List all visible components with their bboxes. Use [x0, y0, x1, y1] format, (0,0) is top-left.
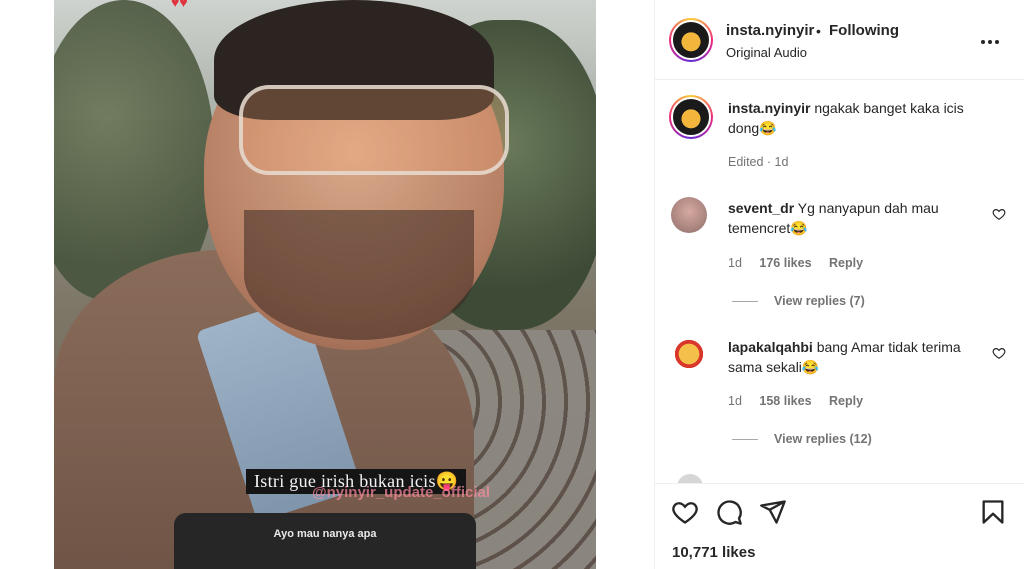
- caption-meta: Edited · 1d: [728, 155, 789, 169]
- likes-count[interactable]: 10,771 likes: [672, 544, 755, 561]
- media-watermark: @nyinyir_update_official: [312, 484, 491, 501]
- view-replies-button[interactable]: View replies (7): [732, 294, 865, 308]
- separator-dot: •: [816, 23, 821, 39]
- like-comment-heart-icon[interactable]: [992, 207, 1006, 221]
- view-replies-label: View replies (7): [774, 294, 865, 308]
- more-options-icon[interactable]: [980, 28, 1000, 51]
- comment-username[interactable]: insta.nyinyir: [728, 100, 810, 116]
- avatar[interactable]: [677, 474, 703, 483]
- comments-list[interactable]: insta.nyinyir ngakak banget kaka icis do…: [655, 81, 1024, 483]
- comment-username[interactable]: sevent_dr: [728, 200, 794, 216]
- avatar[interactable]: [671, 197, 707, 233]
- comment-likes[interactable]: 176 likes: [759, 256, 811, 270]
- avatar[interactable]: [669, 95, 713, 139]
- comment-time: 1d: [728, 256, 742, 270]
- avatar[interactable]: [671, 336, 707, 372]
- avatar[interactable]: [669, 18, 713, 62]
- share-icon[interactable]: [759, 498, 787, 526]
- reply-button[interactable]: Reply: [829, 394, 863, 408]
- post-header: insta.nyinyir • Following Original Audio: [655, 0, 1024, 80]
- question-box-text: Ayo mau nanya apa: [273, 528, 377, 540]
- following-button[interactable]: Following: [829, 22, 899, 39]
- media-person-beard: [244, 210, 474, 340]
- post-actions: 10,771 likes: [655, 483, 1024, 569]
- comment-time: 1d: [728, 394, 742, 408]
- media-glasses: [239, 85, 509, 175]
- header-username[interactable]: insta.nyinyir: [726, 22, 814, 39]
- media-question-box: Ayo mau nanya apa: [174, 513, 476, 569]
- comment-icon[interactable]: [715, 498, 743, 526]
- media-red-mark: ♥♥: [171, 0, 188, 10]
- view-replies-label: View replies (12): [774, 432, 872, 446]
- profile-logo-icon: [671, 97, 711, 137]
- audio-link[interactable]: Original Audio: [726, 45, 807, 60]
- profile-logo-icon: [671, 20, 711, 60]
- reply-button[interactable]: Reply: [829, 256, 863, 270]
- comment-username[interactable]: lapakalqahbi: [728, 339, 813, 355]
- post-media[interactable]: ♥♥ Istri gue irish bukan icis😛 @nyinyir_…: [54, 0, 596, 569]
- instagram-post-view: ♥♥ Istri gue irish bukan icis😛 @nyinyir_…: [0, 0, 1024, 569]
- comment-likes[interactable]: 158 likes: [759, 394, 811, 408]
- like-comment-heart-icon[interactable]: [992, 346, 1006, 360]
- bookmark-icon[interactable]: [979, 498, 1007, 526]
- post-side-panel: insta.nyinyir • Following Original Audio…: [654, 0, 1024, 569]
- heart-icon[interactable]: [671, 498, 699, 526]
- view-replies-button[interactable]: View replies (12): [732, 432, 872, 446]
